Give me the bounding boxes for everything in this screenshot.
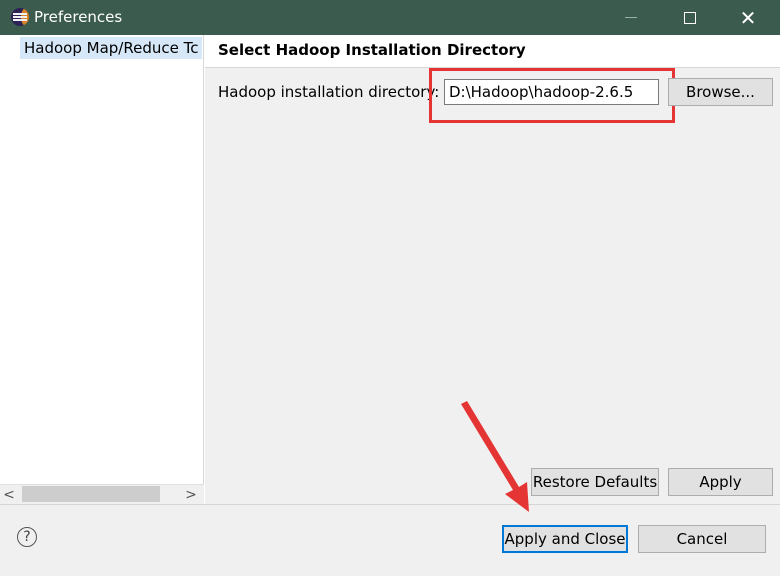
horizontal-scrollbar[interactable]: < > [0,484,204,504]
dialog-footer: ? Apply and Close Cancel [0,504,780,576]
maximize-button[interactable] [664,0,716,35]
window-title: Preferences [34,8,123,26]
apply-and-close-button[interactable]: Apply and Close [502,525,628,553]
tree-item-hadoop-mapreduce[interactable]: Hadoop Map/Reduce Tc [20,37,202,59]
dir-label: Hadoop installation directory: [218,83,440,101]
minimize-button[interactable] [605,0,657,35]
maximize-icon [684,11,696,24]
annotation-highlight-box [429,68,675,123]
eclipse-logo-icon [11,8,29,26]
scroll-thumb[interactable] [22,486,160,502]
page-header: Select Hadoop Installation Directory [205,35,780,68]
title-bar: Preferences ✕ [0,0,780,35]
help-icon[interactable]: ? [17,527,37,547]
preferences-tree: Hadoop Map/Reduce Tc < > [0,35,204,504]
apply-button[interactable]: Apply [668,468,773,496]
close-icon: ✕ [739,5,757,30]
restore-defaults-button[interactable]: Restore Defaults [531,468,659,496]
scroll-right-icon[interactable]: > [182,486,200,504]
annotation-arrow-icon [461,401,529,512]
close-button[interactable]: ✕ [722,0,774,35]
minimize-icon [625,17,637,18]
scroll-left-icon[interactable]: < [0,486,18,504]
cancel-button[interactable]: Cancel [638,525,766,553]
browse-button[interactable]: Browse... [668,78,773,106]
page-title: Select Hadoop Installation Directory [218,41,526,59]
